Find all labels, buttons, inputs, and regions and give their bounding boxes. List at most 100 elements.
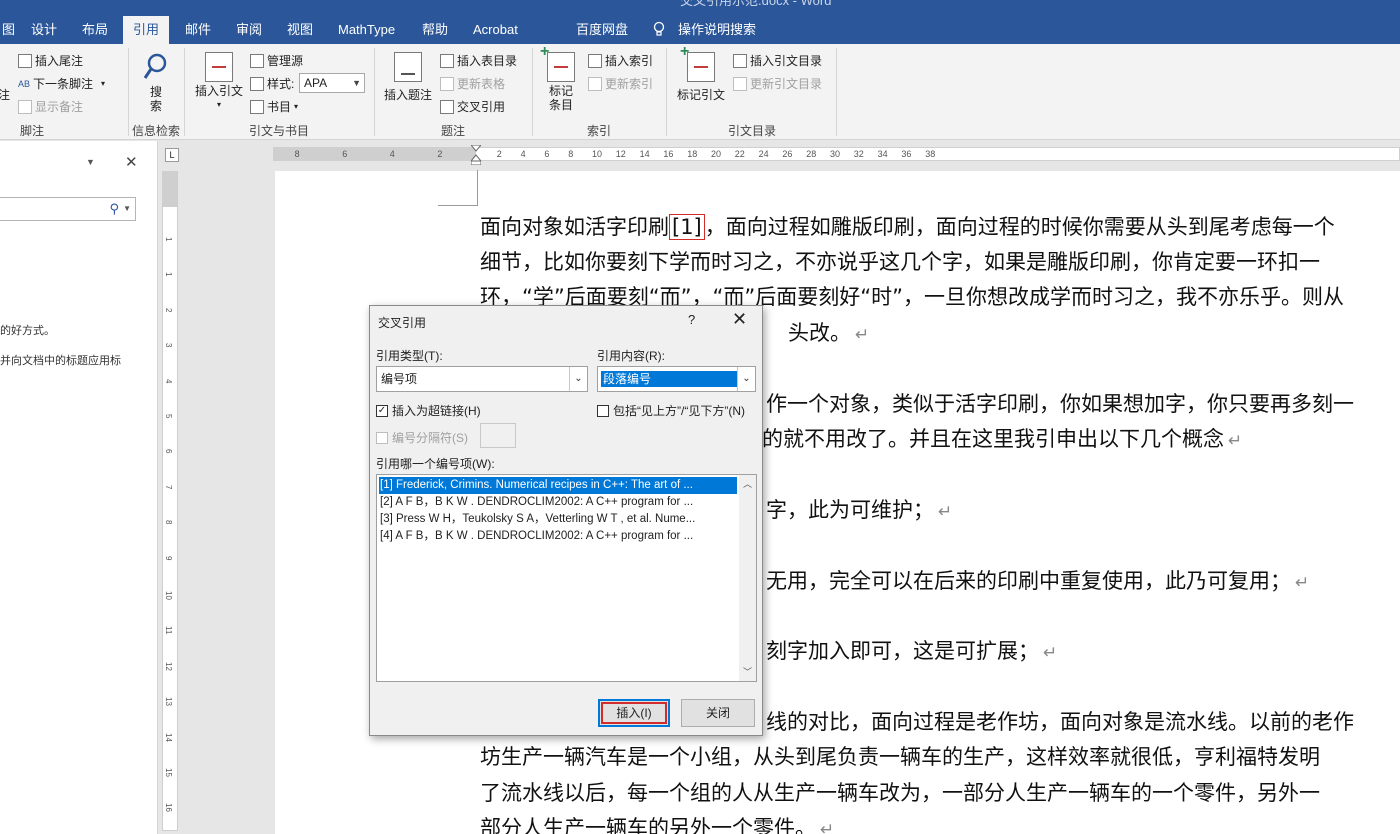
numbered-items-list[interactable]: [1] Frederick, Crimins. Numerical recipe… xyxy=(376,474,757,682)
tab-layout[interactable]: 布局 xyxy=(72,16,118,44)
mark-citation-button[interactable]: 标记引文 xyxy=(674,45,728,102)
help-icon[interactable]: ? xyxy=(688,312,695,327)
doc-paragraph-line[interactable]: 无用，完全可以在后来的印刷中重复使用，此乃可复用； ↵ xyxy=(766,565,1309,595)
nav-search-input[interactable]: ⚲ ▼ xyxy=(0,197,136,221)
insert-button[interactable]: 插入(I) xyxy=(598,699,670,727)
chevron-down-icon: ▼ xyxy=(123,204,131,213)
doc-paragraph-line[interactable]: 细节，比如你要刻下学而时习之，不亦说乎这几个字，如果是雕版印刷，你肯定要一环扣一 xyxy=(480,246,1320,276)
paragraph-mark: ↵ xyxy=(855,325,870,345)
chevron-down-icon: ▾ xyxy=(101,79,106,88)
doc-paragraph-line[interactable]: 头改。 ↵ xyxy=(788,317,869,347)
reference-type-select[interactable]: 编号项 ⌄ xyxy=(376,366,588,392)
ruler-tick-label: 38 xyxy=(925,149,936,159)
list-item[interactable]: [3] Press W H，Teukolsky S A，Vetterling W… xyxy=(379,511,737,528)
separator-input[interactable] xyxy=(480,423,516,448)
list-item[interactable]: [4] A F B，B K W . DENDROCLIM2002: A C++ … xyxy=(379,528,737,545)
tab-acrobat[interactable]: Acrobat xyxy=(463,16,528,44)
ruler-tick-label: 32 xyxy=(853,149,864,159)
ruler-tick-label: 5 xyxy=(164,414,173,419)
doc-paragraph-line[interactable]: 坊生产一辆汽车是一个小组，从头到尾负责一辆车的生产，这样效率就很低，亨利福特发明 xyxy=(480,741,1320,771)
doc-paragraph-line[interactable]: 线的对比，面向过程是老作坊，面向对象是流水线。以前的老作 xyxy=(766,706,1354,736)
close-icon[interactable]: ✕ xyxy=(125,153,138,171)
tab-references[interactable]: 引用 xyxy=(123,16,169,44)
tab-mathtype[interactable]: MathType xyxy=(328,16,405,44)
caption-icon xyxy=(394,52,422,82)
navigation-pane: ▼ ✕ ⚲ ▼ 的好方式。 并向文档中的标题应用标 xyxy=(0,141,158,834)
group-separator xyxy=(184,48,185,136)
manage-sources-button[interactable]: 管理源 xyxy=(250,52,303,69)
cancel-button[interactable]: 关闭 xyxy=(681,699,755,727)
ruler-tick-label: 36 xyxy=(901,149,912,159)
insert-table-of-figures-button[interactable]: 插入表目录 xyxy=(440,52,517,69)
ruler-tick-label: 2 xyxy=(164,307,173,313)
paragraph-mark: ↵ xyxy=(820,820,835,834)
ruler-tick-label: 4 xyxy=(389,149,395,159)
nav-hint-line1: 的好方式。 xyxy=(0,325,55,337)
footnote-partial[interactable]: 注 xyxy=(0,86,10,103)
chevron-down-icon[interactable]: ▼ xyxy=(86,157,95,167)
close-icon[interactable]: ✕ xyxy=(732,309,747,330)
insert-as-hyperlink-checkbox[interactable]: ✓ 插入为超链接(H) xyxy=(376,402,481,419)
insert-endnote-button[interactable]: 插入尾注 xyxy=(18,52,83,69)
ruler-tick-label: 28 xyxy=(806,149,817,159)
list-item[interactable]: [2] A F B，B K W . DENDROCLIM2002: A C++ … xyxy=(379,494,737,511)
mark-entry-icon xyxy=(540,45,575,82)
list-item[interactable]: [1] Frederick, Crimins. Numerical recipe… xyxy=(379,477,737,494)
paragraph-mark: ↵ xyxy=(1295,573,1310,593)
tab-baidu-netdisk[interactable]: 百度网盘 xyxy=(566,16,638,44)
horizontal-ruler[interactable]: 8 6 4 2 2 4 6 8 10 12 14 16 18 20 22 24 26 28 30 32 34 36 38 xyxy=(273,147,1400,161)
doc-paragraph-line[interactable]: 面向对象如活字印刷 [1] ，面向过程如雕版印刷，面向过程的时候你需要从头到尾考虑每… xyxy=(480,211,1335,241)
tab-review[interactable]: 审阅 xyxy=(226,16,272,44)
nav-hint-line2: 并向文档中的标题应用标 xyxy=(0,355,121,367)
tab-design[interactable]: 设计 xyxy=(21,16,67,44)
ruler-tick-label: 14 xyxy=(164,732,173,742)
tab-help[interactable]: 帮助 xyxy=(412,16,458,44)
scroll-up-icon[interactable]: ︿ xyxy=(743,477,752,490)
scroll-down-icon[interactable]: ﹀ xyxy=(743,665,752,678)
include-above-below-checkbox[interactable]: 包括“见上方”/“见下方”(N) xyxy=(597,402,745,419)
doc-paragraph-line[interactable]: 的就不用改了。并且在这里我引申出以下几个概念 ↵ xyxy=(762,423,1242,453)
ruler-tick-label: 8 xyxy=(568,149,574,159)
group-label-citations: 引文与书目 xyxy=(248,124,309,138)
ruler-tick-label: 24 xyxy=(758,149,769,159)
ruler-tick-label: 10 xyxy=(592,149,603,159)
insert-toa-button[interactable]: 插入引文目录 xyxy=(733,52,822,69)
next-footnote-button[interactable]: AB 下一条脚注 ▾ xyxy=(18,75,105,92)
ribbon-tab-bar: 交叉引用示范.docx - Word 图 设计 布局 引用 邮件 审阅 视图 M… xyxy=(0,0,1400,44)
mark-entry-button[interactable]: 标记条目 xyxy=(540,45,582,112)
reference-content-select[interactable]: 段落编号 ⌄ xyxy=(597,366,756,392)
cross-reference-button[interactable]: 交叉引用 xyxy=(440,98,505,115)
search-button[interactable]: 搜索 xyxy=(140,52,172,113)
citation-style-select[interactable]: APA ▼ xyxy=(299,73,365,93)
show-notes-button[interactable]: 显示备注 xyxy=(18,98,83,115)
lightbulb-icon xyxy=(653,21,665,36)
bibliography-button[interactable]: 书目 ▾ xyxy=(250,98,298,115)
scrollbar[interactable]: ︿ ﹀ xyxy=(739,475,756,681)
ruler-tick-label: 8 xyxy=(294,149,300,159)
ruler-tick-label: 1 xyxy=(164,237,173,242)
insert-caption-button[interactable]: 插入题注 xyxy=(382,52,434,102)
doc-paragraph-line[interactable]: 了流水线以后，每一个组的人从生产一辆车改为，一部分人生产一辆车的一个零件，另外一 xyxy=(480,777,1320,807)
indent-marker-icon[interactable] xyxy=(471,145,481,165)
tab-mailings[interactable]: 邮件 xyxy=(175,16,221,44)
insert-citation-button[interactable]: 插入引文 ▾ xyxy=(192,52,246,112)
tab-selector[interactable]: L xyxy=(165,148,179,162)
doc-paragraph-line[interactable]: 字，此为可维护； ↵ xyxy=(766,494,952,524)
tell-me-search[interactable]: 操作说明搜索 xyxy=(668,16,766,44)
insert-index-button[interactable]: 插入索引 xyxy=(588,52,653,69)
doc-paragraph-line[interactable]: 作一个对象，类似于活字印刷，你如果想加字，你只要再多刻一 xyxy=(766,388,1354,418)
ruler-tick-label: 10 xyxy=(164,591,173,600)
doc-paragraph-line[interactable]: 部分人生产一辆车的另外一个零件。 ↵ xyxy=(480,812,834,834)
update-index-button[interactable]: 更新索引 xyxy=(588,75,653,92)
sources-icon xyxy=(250,53,264,68)
separate-numbers-checkbox[interactable]: 编号分隔符(S) xyxy=(376,429,468,446)
group-separator xyxy=(532,48,533,136)
margin-corner-mark xyxy=(438,170,478,206)
update-table-button[interactable]: 更新表格 xyxy=(440,75,505,92)
citation-reference[interactable]: [1] xyxy=(669,214,705,240)
tab-view[interactable]: 视图 xyxy=(277,16,323,44)
ruler-tick-label: 34 xyxy=(877,149,888,159)
doc-paragraph-line[interactable]: 刻字加入即可，这是可扩展； ↵ xyxy=(766,635,1057,665)
bibliography-icon xyxy=(250,99,264,114)
update-toa-button[interactable]: 更新引文目录 xyxy=(733,75,822,92)
